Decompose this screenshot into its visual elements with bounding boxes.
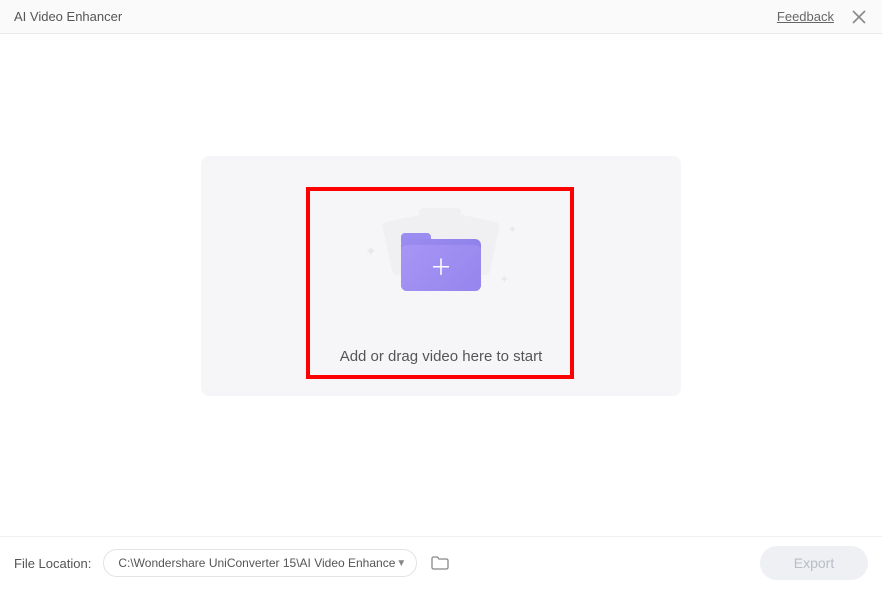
footer-bar: File Location: C:\Wondershare UniConvert… xyxy=(0,536,882,589)
feedback-link[interactable]: Feedback xyxy=(777,9,834,24)
drop-zone[interactable]: ✦ ✦ ✦ ＋ Add or drag video here to start xyxy=(201,156,681,396)
close-button[interactable] xyxy=(850,8,868,26)
browse-folder-button[interactable] xyxy=(429,554,451,572)
drop-zone-content: ✦ ✦ ✦ ＋ Add or drag video here to start xyxy=(340,203,543,365)
folder-plus-icon: ✦ ✦ ✦ ＋ xyxy=(371,208,511,298)
chevron-down-icon: ▼ xyxy=(396,558,406,569)
main-content: ✦ ✦ ✦ ＋ Add or drag video here to start xyxy=(0,34,882,536)
sparkle-icon: ✦ xyxy=(500,273,509,286)
file-location-path: C:\Wondershare UniConverter 15\AI Video … xyxy=(118,556,395,570)
app-title: AI Video Enhancer xyxy=(14,9,122,24)
export-button[interactable]: Export xyxy=(760,546,868,580)
plus-icon: ＋ xyxy=(430,257,452,279)
drop-zone-prompt: Add or drag video here to start xyxy=(340,348,543,365)
file-location-group: File Location: C:\Wondershare UniConvert… xyxy=(14,549,451,577)
close-icon xyxy=(852,10,866,24)
file-location-dropdown[interactable]: C:\Wondershare UniConverter 15\AI Video … xyxy=(103,549,417,577)
folder-icon xyxy=(431,556,449,570)
sparkle-icon: ✦ xyxy=(508,223,517,236)
file-location-label: File Location: xyxy=(14,556,91,571)
title-bar: AI Video Enhancer Feedback xyxy=(0,0,882,34)
sparkle-icon: ✦ xyxy=(365,243,377,260)
header-actions: Feedback xyxy=(777,8,868,26)
